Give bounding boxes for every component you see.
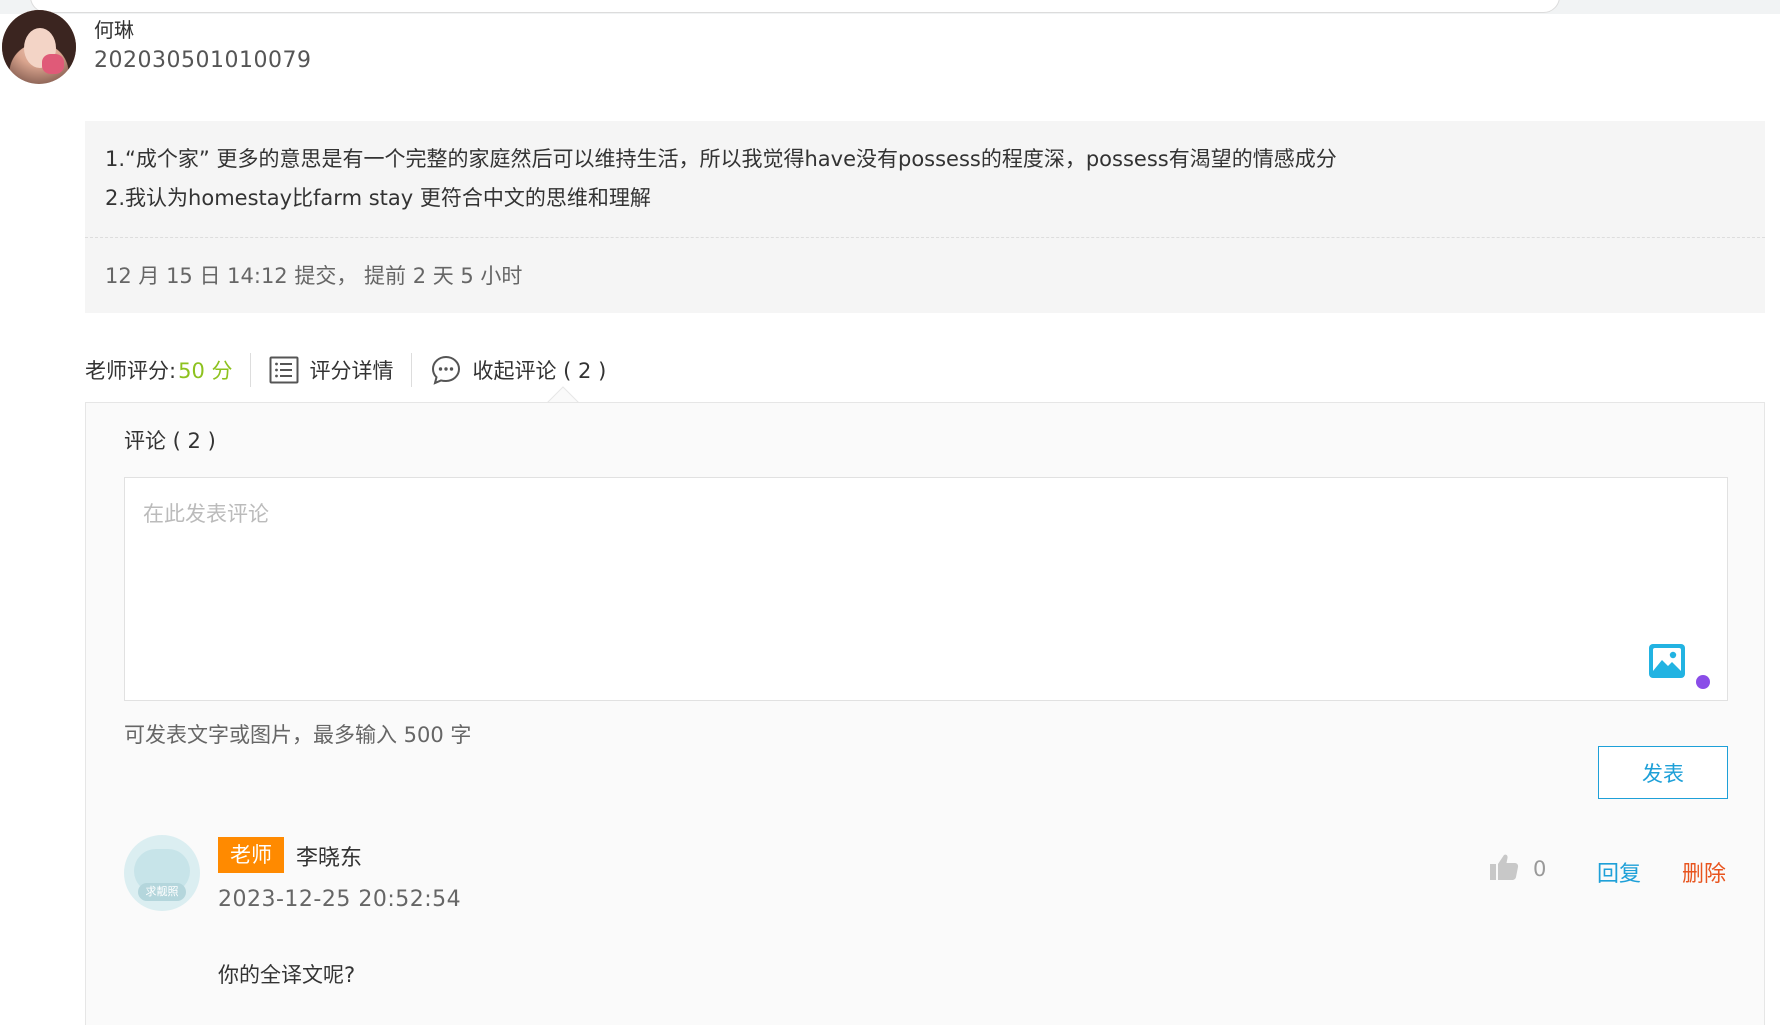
- teacher-badge: 老师: [218, 837, 284, 873]
- list-icon: [269, 356, 299, 384]
- avatar: 求靓照: [124, 835, 200, 911]
- comment-time: 2023-12-25 20:52:54: [218, 887, 462, 912]
- grading-details-button[interactable]: 评分详情: [269, 355, 393, 385]
- address-bar[interactable]: [30, 0, 1560, 13]
- reply-button[interactable]: 回复: [1597, 856, 1641, 888]
- separator: [250, 353, 252, 387]
- divider: [85, 237, 1765, 238]
- grading-details-label: 评分详情: [309, 359, 394, 383]
- status-dot: [1696, 675, 1710, 689]
- student-name: 何琳: [94, 18, 134, 42]
- submit-time: 12 月 15 日 14:12 提交， 提前 2 天 5 小时: [105, 264, 523, 288]
- publish-button[interactable]: 发表: [1598, 746, 1728, 799]
- like-count: 0: [1533, 857, 1547, 881]
- thumbs-up-icon: [1489, 853, 1519, 885]
- comment-body: 你的全译文呢?: [218, 963, 356, 987]
- image-icon[interactable]: [1648, 643, 1686, 679]
- action-row: 老师评分: 50 分 评分详情 收起评论 ( 2 ): [85, 352, 606, 388]
- browser-toolbar: [0, 0, 1780, 14]
- separator: [411, 353, 413, 387]
- teacher-score-label: 老师评分:: [85, 359, 177, 383]
- student-id: 202030501010079: [94, 48, 312, 73]
- comment-panel: 评论 ( 2 ) 可发表文字或图片，最多输入 500 字 发表 求靓照 老师 李…: [85, 402, 1765, 1025]
- chat-bubble-icon: [430, 354, 462, 386]
- comments-title: 评论 ( 2 ): [124, 429, 216, 453]
- student-avatar: [2, 10, 76, 84]
- like-button[interactable]: 0: [1489, 853, 1546, 885]
- delete-button[interactable]: 删除: [1682, 856, 1726, 888]
- avatar-caption: 求靓照: [138, 883, 186, 901]
- answer-line-1: 1.“成个家” 更多的意思是有一个完整的家庭然后可以维持生活，所以我觉得have…: [105, 147, 1337, 171]
- teacher-score-value: 50 分: [178, 359, 233, 383]
- collapse-comments-button[interactable]: 收起评论 ( 2 ): [430, 354, 606, 386]
- comment-author: 李晓东: [296, 846, 363, 871]
- comment-hint: 可发表文字或图片，最多输入 500 字: [124, 723, 472, 747]
- answer-line-2: 2.我认为homestay比farm stay 更符合中文的思维和理解: [105, 186, 651, 210]
- collapse-comments-label: 收起评论 ( 2 ): [472, 359, 607, 383]
- comment-input[interactable]: [124, 477, 1728, 701]
- answer-box: 1.“成个家” 更多的意思是有一个完整的家庭然后可以维持生活，所以我觉得have…: [85, 121, 1765, 313]
